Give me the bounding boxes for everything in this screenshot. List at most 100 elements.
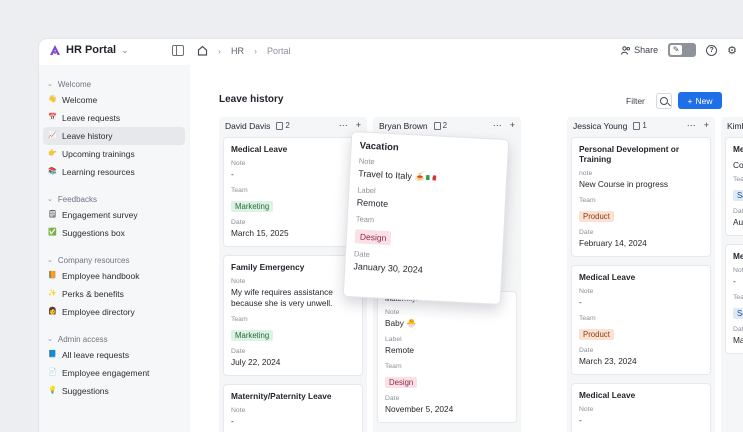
lightbulb-icon: 💡 bbox=[48, 387, 57, 394]
team-tag: Design bbox=[385, 377, 418, 388]
workspace-switcher[interactable]: HR Portal ⌄ bbox=[49, 44, 129, 56]
edit-mode-toggle[interactable]: ✎ bbox=[668, 43, 697, 57]
sidebar-section-company-resources: ⌄ Company resources 📙 Employee handbook … bbox=[39, 253, 190, 321]
board-column: Kimberly Davis Medical Leave Covid 😷 Tea… bbox=[721, 117, 743, 432]
gear-icon[interactable]: ⚙ bbox=[727, 44, 737, 57]
sidebar-item-upcoming-trainings[interactable]: 👉 Upcoming trainings bbox=[39, 145, 185, 163]
board-column: Jessica Young 1 ⋯ + Personal Development… bbox=[567, 117, 715, 432]
books-icon: 📚 bbox=[48, 168, 57, 175]
copy-icon bbox=[433, 121, 441, 130]
team-tag: Marketing bbox=[231, 330, 274, 341]
team-tag: Design bbox=[354, 229, 392, 246]
breadcrumb: › HR › Portal bbox=[197, 45, 291, 56]
leave-card[interactable]: Medical Leave Note - bbox=[571, 383, 711, 432]
sidebar-heading[interactable]: ⌄ Company resources bbox=[39, 253, 190, 267]
pointing-hand-icon: 👉 bbox=[48, 150, 57, 157]
sparkles-icon: ✨ bbox=[48, 290, 57, 297]
sidebar-item-suggestions-box[interactable]: ✅ Suggestions box bbox=[39, 224, 185, 242]
sidebar-item-leave-requests[interactable]: 📅 Leave requests bbox=[39, 109, 185, 127]
sidebar-item-employee-directory[interactable]: 👩 Employee directory bbox=[39, 303, 185, 321]
clipboard-icon: 🗒 bbox=[48, 211, 57, 218]
sidebar-item-all-leave-requests[interactable]: 📘 All leave requests bbox=[39, 346, 185, 364]
leave-card[interactable]: Medical Leave Note - Team Sales Date Mar… bbox=[725, 244, 743, 354]
blue-book-icon: 📘 bbox=[48, 351, 57, 358]
leave-card[interactable]: Maternity/Paternity Leave Note - bbox=[223, 384, 363, 432]
sidebar-section-admin-access: ⌄ Admin access 📘 All leave requests 📄 Em… bbox=[39, 332, 190, 400]
column-header: Kimberly Davis bbox=[721, 117, 743, 134]
more-icon[interactable]: ⋯ bbox=[687, 120, 696, 131]
person-icon: 👩 bbox=[48, 308, 57, 315]
page-title: Leave history bbox=[219, 94, 284, 105]
leave-card[interactable]: Maternity/ Note Baby 🐣 Label Remote Team… bbox=[377, 291, 517, 423]
book-icon: 📙 bbox=[48, 272, 57, 279]
share-label: Share bbox=[634, 45, 659, 55]
column-title: David Davis bbox=[225, 120, 271, 131]
add-card-icon[interactable]: + bbox=[704, 120, 709, 131]
sidebar-toggle-icon[interactable] bbox=[172, 45, 184, 56]
chevron-down-icon: ⌄ bbox=[47, 336, 53, 343]
team-tag: Sales bbox=[733, 190, 743, 201]
copy-icon bbox=[633, 121, 641, 130]
sidebar-section-feedbacks: ⌄ Feedbacks 🗒 Engagement survey ✅ Sugges… bbox=[39, 192, 190, 242]
sidebar-item-employee-handbook[interactable]: 📙 Employee handbook bbox=[39, 267, 185, 285]
help-icon[interactable]: ? bbox=[706, 44, 718, 56]
dragged-leave-card[interactable]: Vacation Note Travel to Italy 🍝 Label Re… bbox=[342, 130, 510, 306]
more-icon[interactable]: ⋯ bbox=[339, 120, 348, 131]
new-button[interactable]: + New bbox=[678, 92, 722, 109]
team-tag: Sales bbox=[733, 308, 743, 319]
filter-button[interactable]: Filter bbox=[626, 96, 645, 106]
sidebar-item-leave-history[interactable]: 📈 Leave history bbox=[43, 127, 185, 145]
add-card-icon[interactable]: + bbox=[356, 120, 361, 131]
more-icon[interactable]: ⋯ bbox=[493, 120, 502, 131]
sidebar-heading[interactable]: ⌄ Welcome bbox=[39, 77, 190, 91]
add-card-icon[interactable]: + bbox=[510, 120, 515, 131]
sidebar: ⌄ Welcome 👋 Welcome 📅 Leave requests 📈 L… bbox=[39, 65, 190, 432]
breadcrumb-hr[interactable]: HR bbox=[231, 46, 244, 56]
column-title: Kimberly Davis bbox=[727, 120, 743, 131]
team-tag: Product bbox=[579, 329, 614, 340]
chevron-down-icon: ⌄ bbox=[47, 196, 53, 203]
search-icon[interactable] bbox=[656, 93, 672, 109]
breadcrumb-separator-icon: › bbox=[254, 45, 257, 56]
people-icon bbox=[621, 45, 631, 55]
chevron-down-icon: ⌄ bbox=[121, 44, 129, 55]
leave-card[interactable]: Medical Leave Note - Team Marketing Date… bbox=[223, 137, 363, 247]
share-button[interactable]: Share bbox=[621, 45, 658, 55]
document-icon: 📄 bbox=[48, 369, 57, 376]
top-actions: Share ✎ ? ⚙ bbox=[621, 43, 737, 57]
italy-flag-icon bbox=[426, 175, 437, 181]
top-bar: HR Portal ⌄ › HR › Portal Share ✎ ? ⚙ bbox=[39, 39, 743, 65]
chart-icon: 📈 bbox=[48, 132, 57, 139]
calendar-icon: 📅 bbox=[48, 114, 57, 121]
checkbox-icon: ✅ bbox=[48, 229, 57, 236]
column-title: Bryan Brown bbox=[379, 120, 428, 131]
breadcrumb-portal[interactable]: Portal bbox=[267, 46, 291, 56]
leave-card[interactable]: Family Emergency Note My wife requires a… bbox=[223, 255, 363, 376]
sidebar-heading[interactable]: ⌄ Admin access bbox=[39, 332, 190, 346]
column-title: Jessica Young bbox=[573, 120, 628, 131]
leave-card[interactable]: Medical Leave Note - Team Product Date M… bbox=[571, 265, 711, 375]
pencil-icon: ✎ bbox=[670, 45, 683, 55]
chevron-down-icon: ⌄ bbox=[47, 257, 53, 264]
sidebar-item-learning-resources[interactable]: 📚 Learning resources bbox=[39, 163, 185, 181]
add-card-button[interactable]: + A bbox=[721, 354, 743, 376]
card-count: 2 bbox=[276, 121, 290, 130]
sidebar-item-engagement-survey[interactable]: 🗒 Engagement survey bbox=[39, 206, 185, 224]
sidebar-item-employee-engagement[interactable]: 📄 Employee engagement bbox=[39, 364, 185, 382]
team-tag: Product bbox=[579, 211, 614, 222]
sidebar-item-welcome[interactable]: 👋 Welcome bbox=[39, 91, 185, 109]
sidebar-item-perks-benefits[interactable]: ✨ Perks & benefits bbox=[39, 285, 185, 303]
copy-icon bbox=[276, 121, 284, 130]
home-icon[interactable] bbox=[197, 45, 208, 56]
app-name: HR Portal bbox=[66, 44, 117, 56]
sidebar-heading[interactable]: ⌄ Feedbacks bbox=[39, 192, 190, 206]
breadcrumb-separator-icon: › bbox=[218, 45, 221, 56]
column-header: Bryan Brown 2 ⋯ + bbox=[373, 117, 521, 134]
column-header: Jessica Young 1 ⋯ + bbox=[567, 117, 715, 134]
card-count: 2 bbox=[433, 121, 447, 130]
leave-card[interactable]: Personal Development or Training note Ne… bbox=[571, 137, 711, 257]
sidebar-item-suggestions[interactable]: 💡 Suggestions bbox=[39, 382, 185, 400]
leave-card[interactable]: Medical Leave Covid 😷 Team Sales Date Au… bbox=[725, 137, 743, 236]
sidebar-section-welcome: ⌄ Welcome 👋 Welcome 📅 Leave requests 📈 L… bbox=[39, 77, 190, 181]
team-tag: Marketing bbox=[231, 201, 274, 212]
